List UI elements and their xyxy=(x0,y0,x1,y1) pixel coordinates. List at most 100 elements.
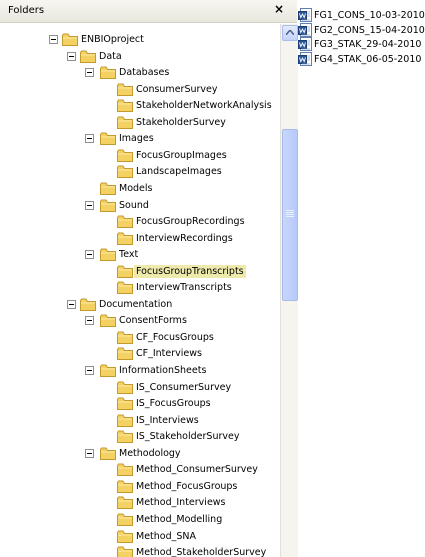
tree-item[interactable]: Method_ConsumerSurvey xyxy=(0,462,280,478)
tree-item-label: Text xyxy=(119,249,139,261)
minus-box-icon[interactable] xyxy=(85,200,94,210)
tree-item[interactable]: Text xyxy=(0,247,280,263)
tree-item[interactable]: Method_FocusGroups xyxy=(0,479,280,495)
tree-item-label: FocusGroupRecordings xyxy=(136,216,245,228)
folder-icon xyxy=(117,99,133,113)
tree-item-label: InformationSheets xyxy=(119,365,207,376)
vertical-scrollbar[interactable] xyxy=(280,24,298,557)
chevron-up-icon xyxy=(286,30,294,35)
file-name: FG2_CONS_15-04-2010 xyxy=(314,24,425,36)
tree-item-label: StakeholderSurvey xyxy=(136,116,226,128)
folders-pane-header: Folders × xyxy=(0,0,297,23)
tree-item[interactable]: ConsentForms xyxy=(0,313,280,329)
file-name: FG3_STAK_29-04-2010 xyxy=(314,39,422,50)
folder-icon xyxy=(117,546,133,557)
minus-box-icon[interactable] xyxy=(85,316,94,326)
word-document-icon xyxy=(298,37,312,51)
tree-item[interactable]: CF_FocusGroups xyxy=(0,330,280,346)
tree-item[interactable]: Sound xyxy=(0,198,280,214)
folder-tree: ENBIOproject Data Databases ConsumerSurvey S… xyxy=(0,24,280,557)
folder-icon xyxy=(117,480,133,493)
folder-icon xyxy=(117,265,133,278)
word-document-icon xyxy=(298,51,312,66)
tree-item[interactable]: FocusGroupRecordings xyxy=(0,214,280,230)
folder-icon xyxy=(100,314,116,328)
tree-item-label: ConsentForms xyxy=(119,315,187,327)
tree-item[interactable]: Images xyxy=(0,131,280,147)
folder-icon xyxy=(117,347,133,361)
tree-item[interactable]: CF_Interviews xyxy=(0,346,280,362)
tree-item[interactable]: Method_SNA xyxy=(0,529,280,545)
tree-item-label: CF_FocusGroups xyxy=(136,331,214,343)
tree-item[interactable]: IS_ConsumerSurvey xyxy=(0,380,280,396)
tree-item-label: Method_StakeholderSurvey xyxy=(136,547,267,557)
tree-item-label: Method_Modelling xyxy=(136,513,223,525)
tree-item-label: CF_Interviews xyxy=(136,348,202,360)
folder-icon xyxy=(117,430,133,444)
tree-item[interactable]: Methodology xyxy=(0,446,280,462)
tree-item-label: Method_FocusGroups xyxy=(136,480,238,492)
tree-item[interactable]: Method_StakeholderSurvey xyxy=(0,545,280,557)
tree-item-label: InterviewTranscripts xyxy=(136,282,232,294)
scroll-thumb[interactable] xyxy=(282,129,298,301)
folder-icon xyxy=(117,463,133,477)
tree-item[interactable]: InterviewTranscripts xyxy=(0,280,280,296)
tree-item[interactable]: IS_StakeholderSurvey xyxy=(0,429,280,445)
tree-item-label: Data xyxy=(99,50,122,62)
folder-icon xyxy=(117,414,133,427)
tree-item-label: ConsumerSurvey xyxy=(136,83,218,95)
minus-box-icon[interactable] xyxy=(85,134,94,144)
tree-item[interactable]: StakeholderNetworkAnalysis xyxy=(0,98,280,114)
tree-item-label: Method_SNA xyxy=(136,530,197,542)
folder-icon xyxy=(117,331,133,344)
word-document-icon xyxy=(298,8,312,22)
folder-icon xyxy=(117,513,133,526)
tree-item-label: FocusGroupImages xyxy=(136,149,227,161)
minus-box-icon[interactable] xyxy=(85,448,94,458)
tree-item-label: Methodology xyxy=(119,447,181,459)
scroll-up-button[interactable] xyxy=(282,25,298,41)
tree-item[interactable]: InterviewRecordings xyxy=(0,231,280,247)
tree-item[interactable]: Method_Interviews xyxy=(0,495,280,511)
folder-icon xyxy=(117,530,133,543)
tree-item-label: Sound xyxy=(119,199,149,211)
folder-icon xyxy=(100,248,116,262)
folder-icon xyxy=(117,232,133,245)
minus-box-icon[interactable] xyxy=(85,366,94,375)
tree-item[interactable]: Method_Modelling xyxy=(0,512,280,528)
minus-box-icon[interactable] xyxy=(49,35,58,44)
tree-item[interactable]: IS_FocusGroups xyxy=(0,396,280,412)
close-icon[interactable]: × xyxy=(272,2,286,16)
tree-item[interactable]: LandscapeImages xyxy=(0,164,280,180)
word-document-icon xyxy=(298,22,312,37)
tree-item[interactable]: Documentation xyxy=(0,297,280,313)
tree-item[interactable]: IS_Interviews xyxy=(0,413,280,429)
tree-item[interactable]: ENBIOproject xyxy=(0,32,280,48)
tree-item-label: Method_Interviews xyxy=(136,497,226,509)
minus-box-icon[interactable] xyxy=(67,299,76,309)
tree-item[interactable]: InformationSheets xyxy=(0,363,280,379)
folder-icon xyxy=(117,281,133,295)
tree-item-label: Images xyxy=(119,133,154,145)
tree-item[interactable]: Models xyxy=(0,181,280,197)
tree-item-label: StakeholderNetworkAnalysis xyxy=(136,100,272,112)
tree-item[interactable]: FocusGroupImages xyxy=(0,148,280,164)
folder-icon xyxy=(117,116,133,129)
tree-item-label: InterviewRecordings xyxy=(136,232,233,244)
folder-icon xyxy=(117,83,133,96)
minus-box-icon[interactable] xyxy=(67,51,76,61)
tree-item[interactable]: Databases xyxy=(0,65,280,81)
folder-icon xyxy=(100,66,116,80)
minus-box-icon[interactable] xyxy=(85,250,94,260)
minus-box-icon[interactable] xyxy=(85,68,94,78)
folder-icon xyxy=(117,381,133,394)
folder-icon xyxy=(100,132,116,146)
tree-item[interactable]: StakeholderSurvey xyxy=(0,115,280,131)
tree-item[interactable]: ConsumerSurvey xyxy=(0,82,280,98)
tree-item[interactable]: FocusGroupTranscripts xyxy=(0,264,280,280)
folder-icon xyxy=(117,165,133,179)
tree-item[interactable]: Data xyxy=(0,49,280,65)
folder-icon xyxy=(117,215,133,229)
file-name: FG4_STAK_06-05-2010 xyxy=(314,53,422,65)
tree-item-label: IS_StakeholderSurvey xyxy=(136,431,240,443)
